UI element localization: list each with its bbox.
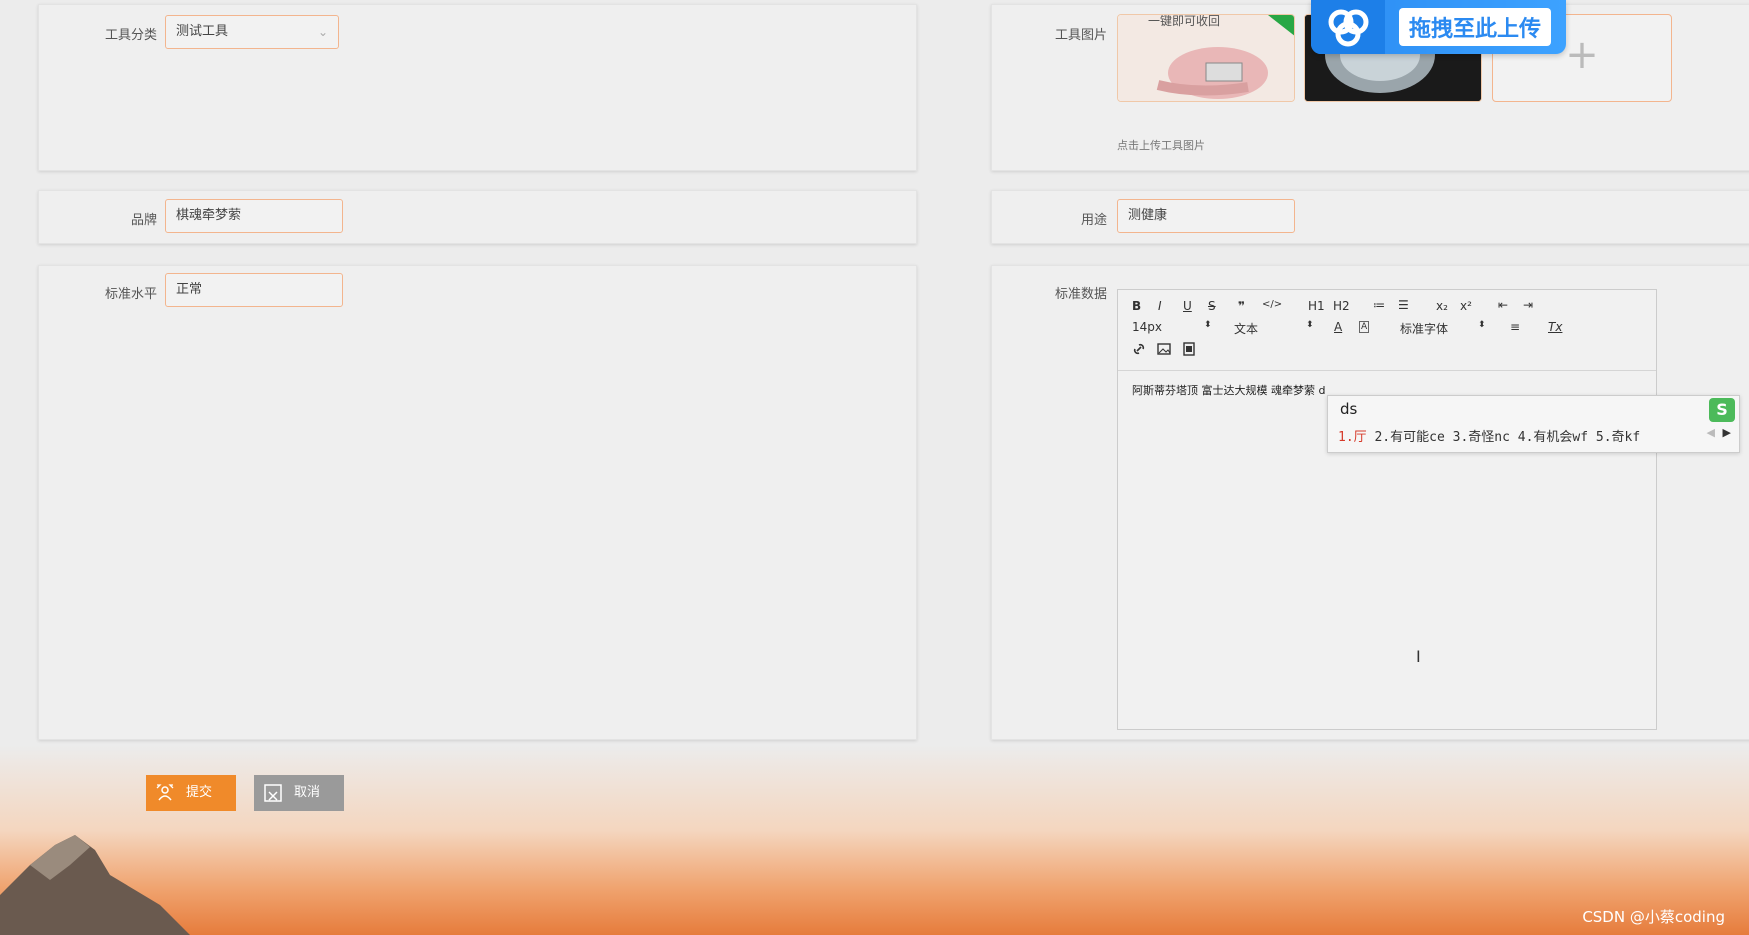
standard-level-card	[38, 265, 917, 740]
next-page-icon[interactable]: ▶	[1723, 426, 1731, 439]
tool-category-label: 工具分类	[104, 28, 157, 43]
tape-measure-image: 一键即可收回	[1118, 15, 1294, 101]
ime-candidate-1[interactable]: 1.厅	[1338, 430, 1367, 445]
cancel-icon	[264, 784, 282, 802]
brand-input[interactable]: 棋魂牵梦萦	[165, 199, 343, 233]
standard-data-label: 标准数据	[1054, 287, 1107, 302]
brand-value: 棋魂牵梦萦	[176, 208, 242, 223]
strikethrough-button[interactable]: S	[1208, 299, 1216, 313]
font-size-value: 14px	[1132, 320, 1162, 334]
editor-content[interactable]: 阿斯蒂芬塔顶 富士达大规模 魂牵梦萦 d	[1132, 382, 1325, 398]
drag-upload-text: 拖拽至此上传	[1399, 8, 1552, 46]
block-type-select[interactable]: 文本 ⬍	[1234, 320, 1314, 337]
baidu-drag-upload-overlay[interactable]: 拖拽至此上传	[1311, 0, 1566, 54]
cancel-button[interactable]: 取消	[254, 775, 344, 811]
select-arrows-icon: ⬍	[1478, 320, 1486, 330]
clear-format-button[interactable]: Tx	[1548, 320, 1562, 334]
select-arrows-icon: ⬍	[1306, 320, 1314, 330]
brand-label: 品牌	[130, 213, 157, 228]
bold-button[interactable]: B	[1132, 299, 1141, 313]
background-color-button[interactable]: A	[1359, 321, 1370, 333]
standard-level-value: 正常	[176, 282, 203, 297]
usage-value: 测健康	[1128, 208, 1168, 223]
standard-level-input[interactable]: 正常	[165, 273, 343, 307]
h1-button[interactable]: H1	[1308, 299, 1325, 313]
ime-candidate-rest[interactable]: 2.有可能ce 3.奇怪nc 4.有机会wf 5.奇kf	[1367, 430, 1640, 445]
tool-image-thumbnail-1[interactable]: 一键即可收回	[1117, 14, 1295, 102]
submit-icon	[156, 784, 174, 801]
indent-button[interactable]: ⇥	[1523, 298, 1533, 312]
superscript-button[interactable]: x²	[1460, 299, 1472, 313]
editor-toolbar: B I U S ❞ </> H1 H2 ≔ ☰ x₂ x² ⇤ ⇥ 14px ⬍…	[1118, 290, 1656, 371]
image-icon[interactable]	[1157, 342, 1171, 359]
chevron-down-icon: ⌄	[317, 25, 328, 39]
mountain-decoration	[0, 835, 190, 935]
font-size-select[interactable]: 14px ⬍	[1132, 320, 1212, 334]
blockquote-button[interactable]: ❞	[1238, 299, 1245, 313]
text-cursor-icon: I	[1416, 647, 1421, 666]
plus-icon: +	[1565, 32, 1599, 78]
code-block-button[interactable]: </>	[1262, 299, 1282, 310]
ime-input-text: ds	[1340, 400, 1358, 418]
font-color-button[interactable]: A	[1334, 320, 1342, 334]
video-icon[interactable]	[1182, 342, 1196, 359]
select-arrows-icon: ⬍	[1204, 320, 1212, 330]
standard-level-label: 标准水平	[104, 287, 157, 302]
tool-image-label: 工具图片	[1054, 28, 1107, 43]
ime-candidates[interactable]: 1.厅 2.有可能ce 3.奇怪nc 4.有机会wf 5.奇kf	[1338, 426, 1640, 445]
baidu-netdisk-icon	[1311, 0, 1385, 54]
usage-label: 用途	[1080, 213, 1107, 228]
tool-category-select[interactable]: 测试工具 ⌄	[165, 15, 339, 49]
rich-text-editor: B I U S ❞ </> H1 H2 ≔ ☰ x₂ x² ⇤ ⇥ 14px ⬍…	[1117, 289, 1657, 730]
block-type-value: 文本	[1234, 322, 1259, 336]
cancel-label: 取消	[294, 785, 321, 800]
submit-label: 提交	[186, 785, 213, 800]
underline-button[interactable]: U	[1183, 299, 1192, 313]
align-button[interactable]: ≡	[1510, 320, 1520, 334]
thumb1-text: 一键即可收回	[1148, 15, 1220, 28]
background-sunset	[0, 745, 1749, 935]
ime-logo-icon: S	[1709, 398, 1735, 422]
usage-input[interactable]: 测健康	[1117, 199, 1295, 233]
italic-button[interactable]: I	[1158, 299, 1162, 313]
submit-button[interactable]: 提交	[146, 775, 236, 811]
outdent-button[interactable]: ⇤	[1498, 298, 1508, 312]
upload-hint: 点击上传工具图片	[1117, 139, 1205, 152]
tool-category-value: 测试工具	[176, 24, 229, 39]
ime-candidate-popup: ds S 1.厅 2.有可能ce 3.奇怪nc 4.有机会wf 5.奇kf ◀ …	[1327, 395, 1740, 453]
ordered-list-button[interactable]: ≔	[1373, 298, 1385, 312]
font-family-value: 标准字体	[1400, 322, 1449, 336]
prev-page-icon[interactable]: ◀	[1707, 426, 1715, 439]
h2-button[interactable]: H2	[1333, 299, 1350, 313]
font-family-select[interactable]: 标准字体 ⬍	[1400, 320, 1486, 337]
subscript-button[interactable]: x₂	[1436, 299, 1448, 313]
link-icon[interactable]	[1132, 342, 1146, 359]
csdn-watermark: CSDN @小蔡coding	[1582, 908, 1725, 926]
bullet-list-button[interactable]: ☰	[1398, 298, 1409, 312]
